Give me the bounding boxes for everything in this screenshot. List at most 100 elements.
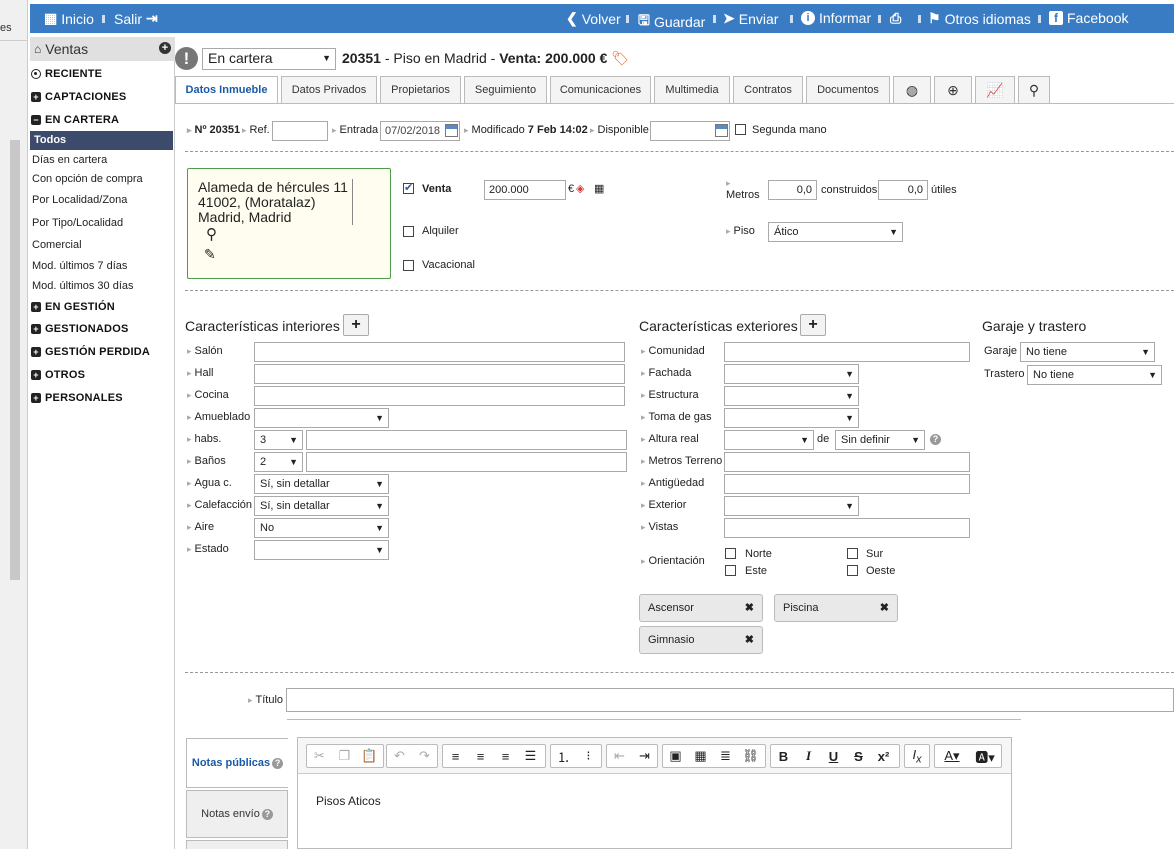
chip-piscina[interactable]: Piscina ✖ bbox=[774, 594, 898, 622]
tab-datos-inmueble[interactable]: Datos Inmueble bbox=[175, 76, 278, 104]
banos-notes-input[interactable] bbox=[306, 452, 627, 472]
add-exterior-button[interactable]: + bbox=[800, 314, 826, 336]
chip-gimnasio[interactable]: Gimnasio ✖ bbox=[639, 626, 763, 654]
facebook-button[interactable]: f Facebook bbox=[1049, 10, 1128, 26]
sidebar-item-con-opcion[interactable]: Con opción de compra bbox=[32, 173, 143, 185]
tab-notas-extra[interactable] bbox=[186, 840, 288, 849]
vistas-input[interactable] bbox=[724, 518, 970, 538]
background-color-icon[interactable]: 🅰▾ bbox=[969, 747, 1001, 766]
enviar-button[interactable]: ➤ Enviar bbox=[723, 10, 778, 27]
warning-icon[interactable]: ! bbox=[175, 47, 198, 70]
habs-notes-input[interactable] bbox=[306, 430, 627, 450]
link-icon[interactable]: ⛓ bbox=[738, 748, 763, 764]
volver-button[interactable]: ❮ Volver bbox=[566, 10, 621, 27]
notes-editor[interactable]: ✂ ❐ 📋 ↶ ↷ ≡ ≡ ≡ ☰ ⒈ ⁝ ⇤ ⇥ ▣ ▦ ≣ ⛓ B I U … bbox=[297, 737, 1012, 849]
add-interior-button[interactable]: + bbox=[343, 314, 369, 336]
garaje-select[interactable]: No tiene ▼ bbox=[1020, 342, 1155, 362]
strip-scrollbar[interactable] bbox=[10, 140, 20, 580]
sidebar-item-por-tipo-localidad[interactable]: Por Tipo/Localidad bbox=[32, 217, 123, 229]
fachada-select[interactable]: ▼ bbox=[724, 364, 859, 384]
tab-documentos[interactable]: Documentos bbox=[806, 76, 890, 103]
tab-propietarios[interactable]: Propietarios bbox=[380, 76, 461, 103]
add-icon[interactable]: + bbox=[159, 42, 171, 54]
tab-chart-icon[interactable]: 📈 bbox=[975, 76, 1015, 103]
close-icon[interactable]: ✖ bbox=[745, 627, 754, 653]
piso-select[interactable]: Ático ▼ bbox=[768, 222, 903, 242]
sidebar-section-en-gestion[interactable]: + EN GESTIÓN bbox=[31, 301, 115, 313]
align-justify-icon[interactable]: ☰ bbox=[518, 748, 543, 764]
tab-notas-publicas[interactable]: Notas públicas? bbox=[186, 738, 288, 788]
habs-select[interactable]: 3 ▼ bbox=[254, 430, 303, 450]
utiles-input[interactable]: 0,0 bbox=[878, 180, 928, 200]
redo-icon[interactable]: ↷ bbox=[412, 748, 437, 764]
aire-select[interactable]: No ▼ bbox=[254, 518, 389, 538]
italic-icon[interactable]: I bbox=[796, 748, 821, 764]
underline-icon[interactable]: U bbox=[821, 749, 846, 764]
bullet-list-icon[interactable]: ⁝ bbox=[576, 748, 601, 764]
calefaccion-select[interactable]: Sí, sin detallar ▼ bbox=[254, 496, 389, 516]
segunda-mano-checkbox[interactable] bbox=[735, 124, 746, 135]
tab-map-marker-icon[interactable]: ⚲ bbox=[1018, 76, 1050, 103]
sidebar-section-gestion-perdida[interactable]: + GESTIÓN PERDIDA bbox=[31, 346, 150, 358]
text-color-icon[interactable]: A▾ bbox=[935, 748, 969, 764]
informar-button[interactable]: i Informar bbox=[801, 10, 871, 26]
agua-select[interactable]: Sí, sin detallar ▼ bbox=[254, 474, 389, 494]
sidebar-section-captaciones[interactable]: + CAPTACIONES bbox=[31, 91, 126, 103]
eye-slash-icon[interactable]: ◈ bbox=[576, 182, 584, 195]
sidebar-item-dias-en-cartera[interactable]: Días en cartera bbox=[32, 154, 107, 166]
undo-icon[interactable]: ↶ bbox=[387, 748, 412, 764]
close-icon[interactable]: ✖ bbox=[745, 595, 754, 621]
estructura-select[interactable]: ▼ bbox=[724, 386, 859, 406]
image-icon[interactable]: ▣ bbox=[663, 748, 688, 764]
hall-input[interactable] bbox=[254, 364, 625, 384]
sidebar-item-todos[interactable]: Todos bbox=[30, 131, 173, 150]
salon-input[interactable] bbox=[254, 342, 625, 362]
estado-select[interactable]: ▼ bbox=[254, 540, 389, 560]
tab-datos-privados[interactable]: Datos Privados bbox=[281, 76, 377, 103]
paste-icon[interactable]: 📋 bbox=[357, 748, 382, 764]
sidebar-section-en-cartera[interactable]: − EN CARTERA bbox=[31, 114, 119, 126]
calculator-icon[interactable]: ▦ bbox=[594, 182, 604, 195]
este-checkbox[interactable] bbox=[725, 565, 736, 576]
otros-idiomas-button[interactable]: ⚑ Otros idiomas bbox=[928, 10, 1031, 27]
venta-checkbox[interactable] bbox=[403, 181, 414, 194]
cocina-input[interactable] bbox=[254, 386, 625, 406]
sidebar-section-gestionados[interactable]: + GESTIONADOS bbox=[31, 323, 129, 335]
salir-button[interactable]: Salir ⇥ bbox=[114, 10, 158, 27]
table-icon[interactable]: ▦ bbox=[688, 748, 713, 764]
oeste-checkbox[interactable] bbox=[847, 565, 858, 576]
metros-terreno-input[interactable] bbox=[724, 452, 970, 472]
altura-total-select[interactable]: Sin definir ▼ bbox=[835, 430, 925, 450]
norte-checkbox[interactable] bbox=[725, 548, 736, 559]
sidebar-section-otros[interactable]: + OTROS bbox=[31, 369, 85, 381]
construidos-input[interactable]: 0,0 bbox=[768, 180, 817, 200]
sidebar-section-reciente[interactable]: RECIENTE bbox=[31, 68, 102, 80]
help-icon[interactable]: ? bbox=[928, 433, 941, 445]
antiguedad-input[interactable] bbox=[724, 474, 970, 494]
chip-ascensor[interactable]: Ascensor ✖ bbox=[639, 594, 763, 622]
edit-icon[interactable]: ✎ bbox=[204, 247, 216, 262]
align-right-icon[interactable]: ≡ bbox=[493, 749, 518, 764]
toma-gas-select[interactable]: ▼ bbox=[724, 408, 859, 428]
amueblado-select[interactable]: ▼ bbox=[254, 408, 389, 428]
map-marker-icon[interactable]: ⚲ bbox=[206, 227, 217, 242]
alquiler-checkbox[interactable] bbox=[403, 226, 414, 237]
guardar-button[interactable]: 🖫 Guardar bbox=[638, 10, 705, 34]
trastero-select[interactable]: No tiene ▼ bbox=[1027, 365, 1162, 385]
calendar-icon[interactable] bbox=[445, 124, 458, 137]
address-card[interactable]: Alameda de hércules 11 41002, (Moratalaz… bbox=[187, 168, 391, 279]
altura-select[interactable]: ▼ bbox=[724, 430, 814, 450]
banos-select[interactable]: 2 ▼ bbox=[254, 452, 303, 472]
tab-contratos[interactable]: Contratos bbox=[733, 76, 803, 103]
venta-price-input[interactable]: 200.000 bbox=[484, 180, 566, 200]
tab-notas-envio[interactable]: Notas envío? bbox=[186, 790, 288, 838]
titulo-input[interactable] bbox=[286, 688, 1174, 712]
bold-icon[interactable]: B bbox=[771, 749, 796, 764]
copy-icon[interactable]: ❐ bbox=[332, 748, 357, 764]
tab-seguimiento[interactable]: Seguimiento bbox=[464, 76, 547, 103]
outdent-icon[interactable]: ⇤ bbox=[607, 748, 632, 764]
sidebar-section-personales[interactable]: + PERSONALES bbox=[31, 392, 123, 404]
sidebar-header[interactable]: ⌂ Ventas + bbox=[30, 37, 175, 61]
vacacional-checkbox[interactable] bbox=[403, 260, 414, 271]
sidebar-item-por-localidad-zona[interactable]: Por Localidad/Zona bbox=[32, 194, 127, 206]
